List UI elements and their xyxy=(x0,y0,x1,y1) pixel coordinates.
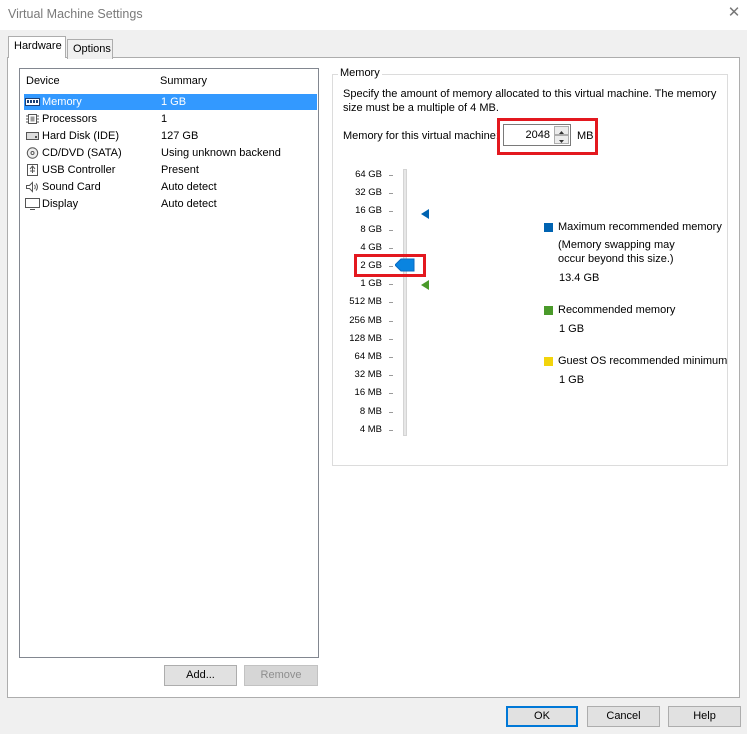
memory-scale-label: 16 GB xyxy=(355,205,382,216)
processor-icon xyxy=(26,114,39,124)
device-summary: 127 GB xyxy=(161,130,199,142)
highlight-box-memory-field xyxy=(497,118,598,155)
cancel-button[interactable]: Cancel xyxy=(587,706,660,727)
memory-scale-tick xyxy=(389,393,393,394)
cd-dvd-icon xyxy=(26,147,39,159)
max-recommended-note: (Memory swapping may occur beyond this s… xyxy=(558,239,675,265)
device-row-processors[interactable]: Processors 1 xyxy=(24,111,317,127)
device-name: USB Controller xyxy=(42,164,116,176)
remove-button[interactable]: Remove xyxy=(244,665,318,686)
device-list[interactable]: Device Summary Memory 1 GB Processors 1 … xyxy=(19,68,319,658)
device-name: CD/DVD (SATA) xyxy=(42,147,122,159)
memory-scale-tick xyxy=(389,375,393,376)
memory-scale-label: 64 MB xyxy=(354,351,382,362)
device-row-usb-controller[interactable]: USB Controller Present xyxy=(24,162,317,178)
device-name: Sound Card xyxy=(42,181,101,193)
monitor-icon xyxy=(25,198,40,210)
memory-scale-label: 128 MB xyxy=(349,333,382,344)
recommended-marker-icon xyxy=(421,280,429,290)
memory-scale-tick xyxy=(389,284,393,285)
close-icon[interactable]: ✕ xyxy=(727,5,741,21)
memory-scale-label: 16 MB xyxy=(354,387,382,398)
hard-disk-icon xyxy=(26,132,39,140)
memory-scale-label: 512 MB xyxy=(349,296,382,307)
device-summary: 1 xyxy=(161,113,168,125)
memory-scale-label: 64 GB xyxy=(355,169,382,180)
tab-hardware-label: Hardware xyxy=(14,40,62,52)
memory-scale-label: 4 MB xyxy=(359,424,382,435)
device-row-sound-card[interactable]: Sound Card Auto detect xyxy=(24,179,317,195)
recommended-legend-swatch xyxy=(544,306,553,315)
speaker-icon xyxy=(26,181,38,193)
memory-scale-tick xyxy=(389,412,393,413)
device-row-memory[interactable]: Memory 1 GB xyxy=(24,94,317,110)
device-summary: Auto detect xyxy=(161,181,217,193)
column-header-device[interactable]: Device xyxy=(26,75,60,87)
device-summary: Using unknown backend xyxy=(161,147,281,159)
max-recommended-marker-icon xyxy=(421,209,429,219)
recommended-value: 1 GB xyxy=(559,323,585,335)
memory-scale-tick xyxy=(389,175,393,176)
max-recommended-label: Maximum recommended memory xyxy=(558,221,722,233)
guest-min-legend-swatch xyxy=(544,357,553,366)
memory-scale-tick xyxy=(389,211,393,212)
tab-hardware[interactable]: Hardware xyxy=(8,36,66,58)
max-recommended-legend-swatch xyxy=(544,223,553,232)
max-recommended-value: 13.4 GB xyxy=(559,272,600,284)
device-row-cd-dvd[interactable]: CD/DVD (SATA) Using unknown backend xyxy=(24,145,317,161)
device-row-display[interactable]: Display Auto detect xyxy=(24,196,317,212)
device-name: Processors xyxy=(42,113,98,125)
guest-min-label: Guest OS recommended minimum xyxy=(558,355,728,367)
add-button[interactable]: Add... xyxy=(164,665,237,686)
memory-scale-tick xyxy=(389,430,393,431)
memory-scale-tick xyxy=(389,193,393,194)
device-name: Hard Disk (IDE) xyxy=(42,130,120,142)
memory-scale-tick xyxy=(389,302,393,303)
memory-scale-label: 8 GB xyxy=(360,224,382,235)
device-summary: Auto detect xyxy=(161,198,217,210)
ok-button[interactable]: OK xyxy=(506,706,578,727)
memory-scale-label: 32 MB xyxy=(354,369,382,380)
memory-scale-tick xyxy=(389,230,393,231)
memory-slider-track[interactable] xyxy=(403,169,407,436)
memory-field-label: Memory for this virtual machine: xyxy=(343,130,499,142)
help-button[interactable]: Help xyxy=(668,706,741,727)
memory-scale-label: 8 MB xyxy=(359,406,382,417)
memory-description: Specify the amount of memory allocated t… xyxy=(343,88,717,114)
memory-scale-tick xyxy=(389,339,393,340)
memory-scale-label: 32 GB xyxy=(355,187,382,198)
highlight-box-slider xyxy=(354,254,426,277)
column-header-summary[interactable]: Summary xyxy=(160,75,207,87)
tab-options-label: Options xyxy=(73,43,111,55)
device-summary: 1 GB xyxy=(161,96,187,108)
tab-options[interactable]: Options xyxy=(67,39,113,59)
title-bar: Virtual Machine Settings ✕ xyxy=(0,0,747,30)
window-title: Virtual Machine Settings xyxy=(8,7,143,21)
device-name: Memory xyxy=(42,96,82,108)
device-row-hard-disk[interactable]: Hard Disk (IDE) 127 GB xyxy=(24,128,317,144)
memory-scale-label: 1 GB xyxy=(360,278,382,289)
memory-scale-tick xyxy=(389,357,393,358)
memory-scale-tick xyxy=(389,321,393,322)
memory-scale-tick xyxy=(389,248,393,249)
guest-min-value: 1 GB xyxy=(559,374,585,386)
memory-scale-label: 4 GB xyxy=(360,242,382,253)
memory-group-title: Memory xyxy=(338,67,382,79)
device-summary: Present xyxy=(161,164,199,176)
memory-icon xyxy=(25,98,40,106)
recommended-label: Recommended memory xyxy=(558,304,676,316)
usb-icon xyxy=(27,164,38,176)
memory-scale-label: 256 MB xyxy=(349,315,382,326)
device-name: Display xyxy=(42,198,79,210)
